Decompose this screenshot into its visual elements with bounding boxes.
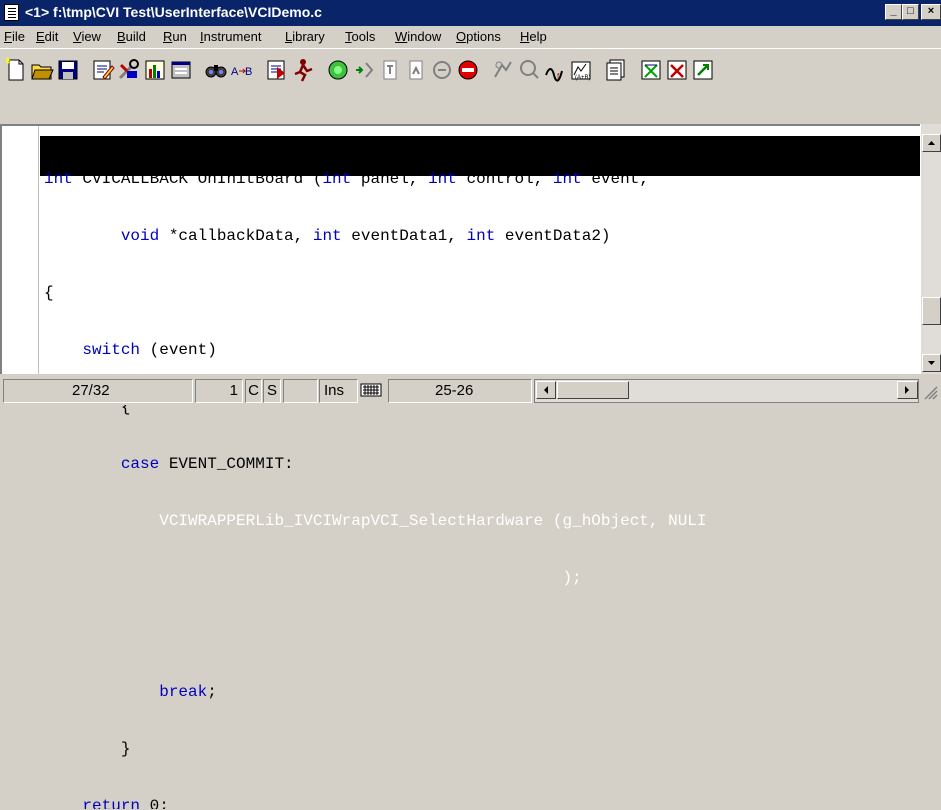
menu-instrument[interactable]: Instrument (200, 29, 261, 44)
close-button[interactable]: × (921, 4, 941, 20)
minimize-button[interactable]: _ (885, 4, 902, 20)
menu-window[interactable]: Window (395, 29, 441, 44)
menu-help[interactable]: Help (520, 29, 547, 44)
keyboard-icon (360, 382, 382, 398)
line-position: 27/32 (3, 379, 193, 403)
toolbar: AB f (A+B) (0, 48, 941, 124)
title-bar[interactable]: <1> f:\tmp\CVI Test\UserInterface\VCIDem… (0, 0, 941, 26)
code-line: switch (event) (82, 341, 217, 359)
close-all-icon[interactable] (665, 57, 689, 83)
panel-icon[interactable] (169, 57, 193, 83)
ide-window: <1> f:\tmp\CVI Test\UserInterface\VCIDem… (0, 0, 941, 809)
save-icon[interactable] (56, 57, 80, 83)
breakpoint-toggle-icon[interactable] (430, 57, 454, 83)
run-icon[interactable] (291, 57, 315, 83)
compile-icon[interactable] (639, 57, 663, 83)
code-line: void *callbackData, int eventData1, int … (120, 227, 611, 245)
column-number: 1 (195, 379, 243, 403)
goto-line-icon[interactable] (265, 57, 289, 83)
svg-text:B: B (245, 66, 252, 78)
svg-text:(A+B): (A+B) (575, 75, 591, 81)
horizontal-scrollbar[interactable] (534, 379, 919, 403)
step-over-icon[interactable] (378, 57, 402, 83)
menu-library[interactable]: Library (285, 29, 325, 44)
selection-range: 25-26 (388, 379, 532, 403)
step-out-icon[interactable] (404, 57, 428, 83)
status-bar: 27/32 1 C S Ins 25-26 (0, 376, 941, 405)
tools-icon[interactable] (117, 57, 141, 83)
svg-text:A: A (231, 66, 239, 78)
code-line-selected: ); (44, 569, 582, 587)
scroll-down-button[interactable] (922, 354, 941, 372)
new-file-icon[interactable] (4, 57, 28, 83)
code-text[interactable]: int CVICALLBACK OnInitBoard (int panel, … (44, 132, 707, 810)
chart-icon[interactable] (143, 57, 167, 83)
project-icon[interactable] (604, 57, 628, 83)
blank-pane (283, 379, 318, 403)
code-line: } (44, 740, 131, 758)
menu-options[interactable]: Options (456, 29, 501, 44)
editor-gutter[interactable] (2, 126, 39, 374)
menu-edit[interactable]: Edit (36, 29, 58, 44)
scroll-up-button[interactable] (922, 134, 941, 152)
function-panel-icon[interactable]: (A+B) (569, 57, 593, 83)
code-line: return 0; (82, 797, 169, 809)
scroll-thumb[interactable] (922, 297, 941, 325)
code-line: break; (159, 683, 217, 701)
code-line: { (44, 284, 54, 302)
tile-windows-icon[interactable] (691, 57, 715, 83)
code-line: int CVICALLBACK OnInitBoard (int panel, … (44, 170, 649, 188)
window-title: <1> f:\tmp\CVI Test\UserInterface\VCIDem… (25, 4, 322, 20)
memory-icon[interactable]: f (543, 57, 567, 83)
menu-build[interactable]: Build (117, 29, 146, 44)
maximize-button[interactable]: □ (902, 4, 919, 20)
resize-grip-icon[interactable] (922, 384, 938, 400)
replace-icon[interactable]: AB (230, 57, 254, 83)
menu-run[interactable]: Run (163, 29, 187, 44)
code-line: case EVENT_COMMIT: (120, 455, 294, 473)
scroll-right-button[interactable] (897, 381, 918, 399)
menu-bar: File Edit View Build Run Instrument Libr… (0, 26, 941, 48)
menu-file[interactable]: File (4, 29, 25, 44)
code-line-selected: VCIWRAPPERLib_IVCIWrapVCI_SelectHardware… (44, 512, 707, 530)
c-flag: C (245, 379, 262, 403)
watch-icon[interactable] (491, 57, 515, 83)
variables-icon[interactable] (517, 57, 541, 83)
document-icon (4, 4, 19, 21)
scroll-left-button[interactable] (536, 381, 556, 399)
open-folder-icon[interactable] (30, 57, 54, 83)
menu-tools[interactable]: Tools (345, 29, 375, 44)
vertical-scrollbar[interactable] (920, 124, 941, 374)
menu-view[interactable]: View (73, 29, 101, 44)
debug-go-icon[interactable] (326, 57, 350, 83)
find-icon[interactable] (204, 57, 228, 83)
horizontal-scroll-thumb[interactable] (557, 381, 629, 399)
insert-mode: Ins (319, 379, 358, 403)
step-into-icon[interactable] (352, 57, 376, 83)
s-flag: S (263, 379, 281, 403)
edit-source-icon[interactable] (91, 57, 115, 83)
stop-icon[interactable] (456, 57, 480, 83)
